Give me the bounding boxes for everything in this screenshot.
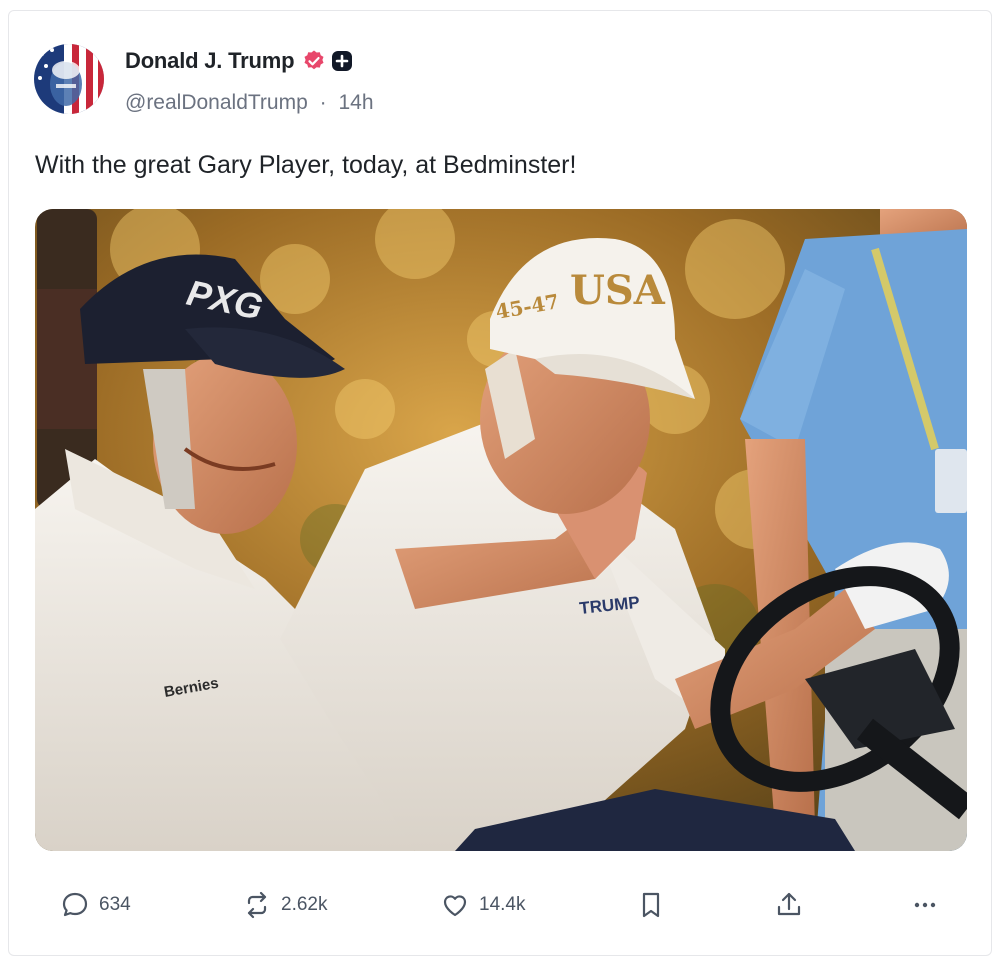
reply-count: 634 <box>99 894 131 915</box>
bookmark-button[interactable] <box>635 883 667 927</box>
meta-separator: · <box>319 91 327 114</box>
more-options-button[interactable] <box>909 883 941 927</box>
post-time[interactable]: 14h <box>338 91 373 114</box>
flag-portrait-avatar-icon <box>34 44 104 114</box>
heart-icon <box>443 895 467 917</box>
post-actions-bar: 634 2.62k 14.4k <box>9 883 993 927</box>
author-meta: @realDonaldTrump · 14h <box>125 91 374 115</box>
right-cap-logo: USA <box>570 267 666 314</box>
bookmark-icon <box>642 892 660 918</box>
share-icon <box>777 892 801 916</box>
plus-badge-icon <box>332 51 353 71</box>
author-handle[interactable]: @realDonaldTrump <box>125 91 308 114</box>
post-image[interactable]: Bernies PXG TRUMP USA 45-47 <box>35 209 967 851</box>
like-count: 14.4k <box>479 894 526 915</box>
repost-count: 2.62k <box>281 894 328 915</box>
repost-icon <box>247 891 267 919</box>
golf-cart-photo: Bernies PXG TRUMP USA 45-47 <box>35 209 967 851</box>
reply-icon <box>62 892 88 917</box>
author-name-row: Donald J. Trump <box>125 48 353 74</box>
more-icon <box>914 902 936 908</box>
share-button[interactable] <box>773 883 805 927</box>
like-button[interactable]: 14.4k <box>439 883 525 927</box>
post-card: Donald J. Trump @realDonaldTrump · 14h W… <box>8 10 992 956</box>
repost-button[interactable]: 2.62k <box>241 883 327 927</box>
reply-button[interactable]: 634 <box>59 883 131 927</box>
author-display-name[interactable]: Donald J. Trump <box>125 48 295 74</box>
post-text: With the great Gary Player, today, at Be… <box>35 151 577 179</box>
author-avatar[interactable] <box>34 44 104 114</box>
verified-check-icon <box>304 50 324 70</box>
